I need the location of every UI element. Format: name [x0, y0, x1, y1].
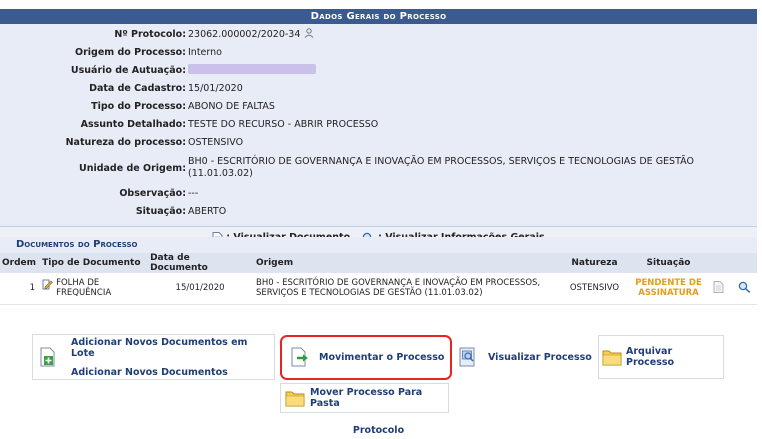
field-origem-processo: Origem do Processo: Interno: [0, 44, 757, 62]
cell-origem: BH0 - ESCRITÓRIO DE GOVERNANÇA E INOVAÇÃ…: [253, 273, 558, 305]
field-label: Natureza do processo:: [65, 137, 186, 148]
cell-situacao: PENDENTE DE ASSINATURA: [631, 273, 706, 305]
field-value: 23062.000002/2020-34: [188, 26, 314, 44]
user-icon[interactable]: [304, 28, 314, 38]
cell-action-search: [731, 273, 757, 305]
field-value: BH0 - ESCRITÓRIO DE GOVERNANÇA E INOVAÇÃ…: [188, 156, 694, 179]
add-document-icon: [40, 347, 55, 367]
field-label: Usuário de Autuação:: [70, 65, 186, 76]
view-process-button[interactable]: Visualizar Processo: [456, 337, 594, 377]
archive-process-label: Arquivar Processo: [626, 346, 675, 368]
field-situacao: Situação: ABERTO: [0, 203, 757, 221]
magnifier-icon[interactable]: [738, 281, 751, 293]
folder-icon: [285, 391, 305, 407]
field-label: Tipo do Processo:: [91, 101, 186, 112]
field-protocolo: Nº Protocolo: 23062.000002/2020-34: [0, 26, 757, 44]
move-to-folder-button[interactable]: Mover Processo Para Pasta: [280, 383, 449, 413]
field-label: Assunto Detalhado:: [80, 119, 186, 130]
field-natureza: Natureza do processo: OSTENSIVO: [0, 134, 757, 152]
view-process-icon: [459, 347, 475, 367]
folder-icon: [602, 350, 622, 366]
field-assunto: Assunto Detalhado: TESTE DO RECURSO - AB…: [0, 116, 757, 134]
field-value: ABONO DE FALTAS: [188, 101, 275, 112]
cell-ordem: 1: [0, 273, 40, 305]
highlight-box: [280, 335, 452, 380]
field-value: TESTE DO RECURSO - ABRIR PROCESSO: [188, 119, 379, 130]
field-value: ---: [188, 188, 199, 199]
field-label: Origem do Processo:: [75, 47, 186, 58]
field-label: Observação:: [119, 188, 186, 199]
field-value: ABERTO: [188, 206, 227, 217]
documents-table: Ordem Tipo de Documento Data de Document…: [0, 253, 757, 305]
protocolo-link[interactable]: Protocolo: [0, 425, 757, 436]
actions-area: Adicionar Novos Documentos em Lote Adici…: [0, 332, 762, 439]
field-value: OSTENSIVO: [188, 137, 244, 148]
field-tipo: Tipo do Processo: ABONO DE FALTAS: [0, 98, 757, 116]
process-details-panel: Dados Gerais do Processo Nº Protocolo: 2…: [0, 9, 757, 248]
header-situacao: Situação: [631, 253, 706, 273]
document-icon[interactable]: [713, 280, 724, 293]
archive-process-button[interactable]: Arquivar Processo: [598, 335, 724, 379]
field-unidade: Unidade de Origem: BH0 - ESCRITÓRIO DE G…: [0, 152, 757, 185]
view-process-label: Visualizar Processo: [488, 351, 592, 363]
field-label: Situação:: [135, 206, 186, 217]
header-action-1: [705, 253, 732, 273]
table-header-row: Ordem Tipo de Documento Data de Document…: [0, 253, 757, 273]
header-tipo: Tipo de Documento: [39, 253, 148, 273]
cell-tipo-text: FOLHA DE FREQUÊNCIA: [56, 278, 112, 299]
field-label: Nº Protocolo:: [114, 29, 186, 40]
protocolo-value: 23062.000002/2020-34: [188, 29, 301, 40]
cell-action-view: [705, 273, 732, 305]
header-ordem: Ordem: [0, 253, 40, 273]
cell-natureza: OSTENSIVO: [557, 273, 632, 305]
add-documents-card: Adicionar Novos Documentos em Lote Adici…: [32, 334, 275, 380]
edit-document-icon[interactable]: [42, 279, 53, 290]
field-label: Unidade de Origem:: [78, 163, 186, 174]
documents-title: Documentos do Processo: [16, 239, 138, 250]
field-value: 15/01/2020: [188, 83, 243, 94]
field-value: [188, 62, 316, 80]
move-to-folder-label: Mover Processo Para Pasta: [310, 387, 423, 409]
header-natureza: Natureza: [557, 253, 632, 273]
field-data-cadastro: Data de Cadastro: 15/01/2020: [0, 80, 757, 98]
field-label: Data de Cadastro:: [89, 83, 186, 94]
cell-tipo: FOLHA DE FREQUÊNCIA: [39, 273, 148, 305]
redacted-block: [188, 64, 316, 74]
table-row: 1 FOLHA DE FREQUÊNCIA 15/01/2020 BH0 - E…: [0, 273, 757, 305]
add-documents-link[interactable]: Adicionar Novos Documentos: [71, 367, 274, 378]
documents-section: Documentos do Processo Ordem Tipo de Doc…: [0, 237, 757, 305]
field-usuario: Usuário de Autuação:: [0, 62, 757, 80]
panel-title: Dados Gerais do Processo: [0, 9, 757, 24]
field-value: Interno: [188, 47, 222, 58]
add-documents-batch-link[interactable]: Adicionar Novos Documentos em Lote: [71, 337, 274, 359]
header-data: Data de Documento: [147, 253, 253, 273]
cell-data: 15/01/2020: [147, 273, 253, 305]
header-action-2: [731, 253, 757, 273]
field-observacao: Observação: ---: [0, 185, 757, 203]
header-origem: Origem: [253, 253, 558, 273]
